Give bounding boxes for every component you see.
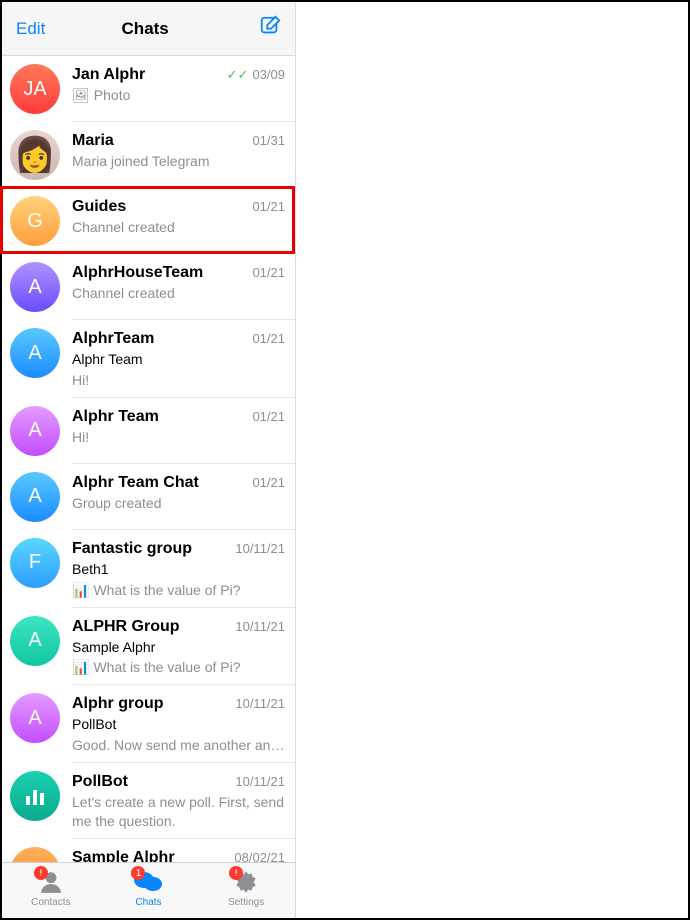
chat-sender: Beth1 (72, 560, 285, 579)
chat-date: 01/21 (252, 199, 285, 214)
chat-name: Fantastic group (72, 540, 192, 558)
chat-date: 01/21 (252, 409, 285, 424)
preview-emoji-icon: 📊 (72, 582, 89, 598)
chat-preview: Maria joined Telegram (72, 152, 285, 171)
app-frame: Edit Chats JA Jan Alphr ✓✓03/09 🖼Photo Maria… (0, 0, 690, 920)
chat-preview: 📊What is the value of Pi? (72, 581, 285, 600)
chat-name: ALPHR Group (72, 618, 180, 636)
delivered-icon: ✓✓ (227, 67, 249, 82)
tab-contacts[interactable]: ! Contacts (11, 869, 91, 908)
chat-meta: AlphrHouseTeam 01/21 Channel created (72, 262, 295, 312)
chat-date: 10/11/21 (235, 541, 285, 556)
tabbar: ! Contacts 1 Chats ! Settings (2, 862, 295, 918)
chat-meta: ALPHR Group 10/11/21 Sample Alphr📊What is … (72, 616, 295, 678)
chat-row[interactable]: SASample Alphr08/02/21👍 (2, 839, 295, 862)
chat-date: 10/11/21 (235, 774, 285, 789)
chat-meta: Alphr group 10/11/21 PollBot Good. Now send… (72, 693, 295, 755)
avatar: A (10, 616, 60, 666)
chat-preview: Hi! (72, 428, 285, 447)
avatar: A (10, 262, 60, 312)
avatar: F (10, 538, 60, 588)
chat-row[interactable]: A AlphrTeam 01/21 Alphr Team Hi! (2, 320, 295, 398)
chat-name: Jan Alphr (72, 66, 145, 84)
chat-date: 10/11/21 (235, 619, 285, 634)
avatar: A (10, 406, 60, 456)
chat-sender: Alphr Team (72, 350, 285, 369)
chat-row[interactable]: G Guides 01/21 Channel created (2, 188, 295, 254)
chat-list[interactable]: JAJan Alphr✓✓03/09🖼PhotoMaria01/31Maria … (2, 56, 295, 862)
chat-preview: Let's create a new poll. First, send me … (72, 793, 285, 831)
chat-date: 08/02/21 (234, 850, 285, 862)
chat-preview: 📊What is the value of Pi? (72, 658, 285, 677)
chat-row[interactable]: PollBot 10/11/21 Let's create a new poll. … (2, 763, 295, 839)
chat-row[interactable]: Maria 01/31 Maria joined Telegram (2, 122, 295, 188)
chat-preview: 🖼Photo (72, 86, 285, 105)
chat-meta: Alphr Team 01/21 Hi! (72, 406, 295, 456)
chat-sender: Sample Alphr (72, 638, 285, 657)
avatar (10, 130, 60, 180)
chats-panel: Edit Chats JA Jan Alphr ✓✓03/09 🖼Photo Maria… (2, 2, 296, 918)
chat-name: Alphr Team Chat (72, 474, 199, 492)
chat-row[interactable]: JA Jan Alphr ✓✓03/09 🖼Photo (2, 56, 295, 122)
chat-name: Sample Alphr (72, 849, 175, 862)
avatar: JA (10, 64, 60, 114)
chat-preview: Good. Now send me another an… (72, 736, 285, 755)
chat-name: Maria (72, 132, 114, 150)
compose-button[interactable] (259, 15, 281, 42)
chats-topbar: Edit Chats (2, 2, 295, 56)
chat-preview: Group created (72, 494, 285, 513)
tab-settings[interactable]: ! Settings (206, 869, 286, 908)
chat-meta: Maria 01/31 Maria joined Telegram (72, 130, 295, 180)
chat-date: 01/31 (252, 133, 285, 148)
avatar: A (10, 328, 60, 378)
chat-meta: AlphrTeam 01/21 Alphr Team Hi! (72, 328, 295, 390)
chat-name: AlphrTeam (72, 330, 154, 348)
chat-row[interactable]: A ALPHR Group 10/11/21 Sample Alphr📊What is… (2, 608, 295, 686)
page-title: Chats (31, 19, 259, 39)
chat-row[interactable]: A Alphr Team 01/21 Hi! (2, 398, 295, 464)
tab-label: Settings (228, 897, 264, 908)
chat-date: 01/21 (252, 265, 285, 280)
chat-preview: Channel created (72, 284, 285, 303)
chat-meta: Fantastic group 10/11/21 Beth1 📊What is the… (72, 538, 295, 600)
chat-date: ✓✓03/09 (227, 67, 285, 83)
chat-name: Alphr group (72, 695, 164, 713)
chat-meta: Sample Alphr08/02/21👍 (72, 847, 295, 862)
preview-emoji-icon: 📊 (72, 659, 89, 675)
chat-row[interactable]: A AlphrHouseTeam 01/21 Channel created (2, 254, 295, 320)
contacts-badge: ! (34, 866, 48, 880)
avatar: SA (10, 847, 60, 862)
compose-icon (259, 15, 281, 37)
tab-label: Chats (135, 897, 161, 908)
tab-chats[interactable]: 1 Chats (108, 869, 188, 908)
chat-row[interactable]: A Alphr group 10/11/21 PollBot Good. Now sen… (2, 685, 295, 763)
chat-meta: Jan Alphr ✓✓03/09 🖼Photo (72, 64, 295, 114)
avatar: A (10, 472, 60, 522)
chat-meta: PollBot 10/11/21 Let's create a new poll. … (72, 771, 295, 831)
avatar: A (10, 693, 60, 743)
chat-meta: Guides 01/21 Channel created (72, 196, 295, 246)
avatar (10, 771, 60, 821)
tab-label: Contacts (31, 897, 70, 908)
chat-name: Guides (72, 198, 126, 216)
chat-date: 01/21 (252, 475, 285, 490)
chat-name: Alphr Team (72, 408, 159, 426)
chat-preview: Channel created (72, 218, 285, 237)
chat-row[interactable]: A Alphr Team Chat 01/21 Group created (2, 464, 295, 530)
chat-name: AlphrHouseTeam (72, 264, 203, 282)
preview-emoji-icon: 🖼 (72, 87, 90, 103)
chat-date: 10/11/21 (235, 696, 285, 711)
chat-preview: Hi! (72, 371, 285, 390)
chat-date: 01/21 (252, 331, 285, 346)
chat-sender: PollBot (72, 715, 285, 734)
chat-meta: Alphr Team Chat 01/21 Group created (72, 472, 295, 522)
chat-row[interactable]: F Fantastic group 10/11/21 Beth1 📊What is th… (2, 530, 295, 608)
avatar: G (10, 196, 60, 246)
empty-detail-pane (296, 2, 688, 918)
chat-name: PollBot (72, 773, 128, 791)
